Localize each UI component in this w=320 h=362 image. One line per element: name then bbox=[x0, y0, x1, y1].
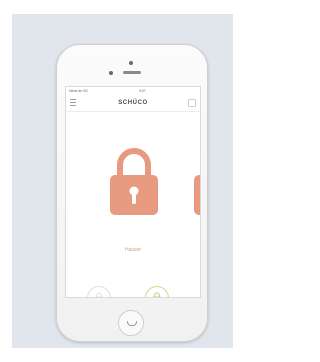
home-button[interactable] bbox=[118, 310, 144, 336]
earpiece-speaker bbox=[123, 71, 141, 74]
menu-icon[interactable] bbox=[70, 99, 76, 106]
lock-icon[interactable] bbox=[108, 147, 160, 217]
lock-outline-icon bbox=[94, 292, 104, 297]
unlock-icon bbox=[152, 292, 162, 297]
next-lock-icon[interactable] bbox=[194, 147, 201, 217]
phone-screen: Netzt.de 3G 9:07 SCHÜCO Hauser bbox=[65, 86, 201, 298]
home-button-glyph bbox=[127, 321, 137, 326]
brand-logo: SCHÜCO bbox=[118, 100, 148, 106]
clock-text: 9:07 bbox=[138, 89, 146, 93]
unlock-action-button[interactable] bbox=[145, 286, 169, 297]
status-bar: Netzt.de 3G 9:07 bbox=[66, 87, 200, 95]
carrier-text: Netzt.de 3G bbox=[69, 89, 88, 93]
lock-status-label: Hauser bbox=[124, 247, 142, 253]
proximity-sensor-dot bbox=[109, 71, 113, 75]
lock-action-button[interactable] bbox=[87, 286, 111, 297]
front-camera-dot bbox=[129, 61, 133, 65]
phone-frame: Netzt.de 3G 9:07 SCHÜCO Hauser bbox=[56, 44, 208, 342]
header-action-icon[interactable] bbox=[188, 99, 196, 107]
app-header: SCHÜCO bbox=[66, 95, 200, 112]
